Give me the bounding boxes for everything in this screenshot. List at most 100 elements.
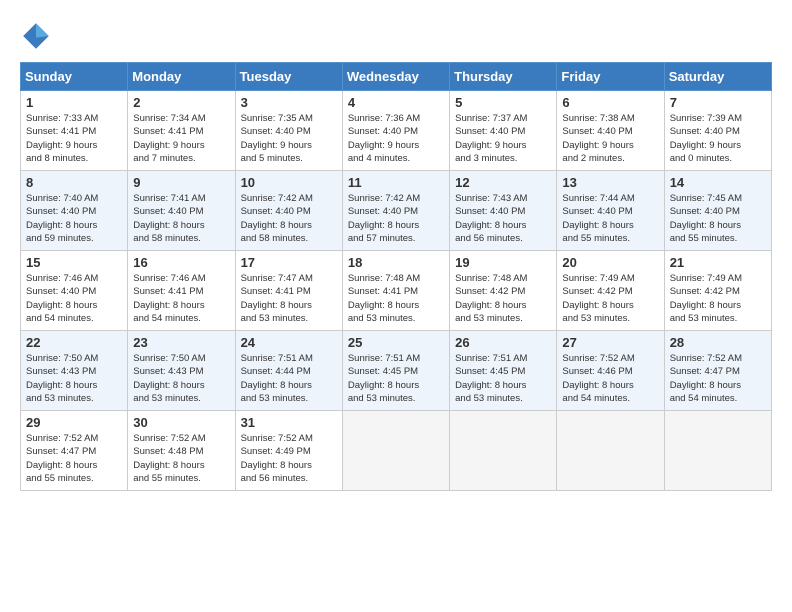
page-header [20, 20, 772, 52]
logo [20, 20, 56, 52]
calendar-cell: 18Sunrise: 7:48 AMSunset: 4:41 PMDayligh… [342, 251, 449, 331]
day-info: Sunrise: 7:48 AMSunset: 4:42 PMDaylight:… [455, 272, 551, 325]
day-number: 5 [455, 95, 551, 110]
calendar-cell: 26 Sunrise: 7:51 AMSunset: 4:45 PMDayligh… [450, 331, 557, 411]
calendar-cell: 19 Sunrise: 7:48 AMSunset: 4:42 PMDayligh… [450, 251, 557, 331]
day-number: 28 [670, 335, 766, 350]
day-info: Sunrise: 7:34 AMSunset: 4:41 PMDaylight:… [133, 112, 229, 165]
day-info: Sunrise: 7:50 AMSunset: 4:43 PMDaylight:… [26, 352, 122, 405]
day-number: 27 [562, 335, 658, 350]
day-number: 30 [133, 415, 229, 430]
day-info: Sunrise: 7:52 AMSunset: 4:49 PMDaylight:… [241, 432, 337, 485]
calendar-cell: 30 Sunrise: 7:52 AMSunset: 4:48 PMDayligh… [128, 411, 235, 491]
col-header-saturday: Saturday [664, 63, 771, 91]
day-number: 7 [670, 95, 766, 110]
calendar-cell: 4Sunrise: 7:36 AMSunset: 4:40 PMDaylight… [342, 91, 449, 171]
calendar-cell: 28 Sunrise: 7:52 AMSunset: 4:47 PMDayligh… [664, 331, 771, 411]
day-number: 11 [348, 175, 444, 190]
calendar-cell [557, 411, 664, 491]
day-info: Sunrise: 7:46 AMSunset: 4:41 PMDaylight:… [133, 272, 229, 325]
day-info: Sunrise: 7:48 AMSunset: 4:41 PMDaylight:… [348, 272, 444, 325]
calendar-cell: 23 Sunrise: 7:50 AMSunset: 4:43 PMDayligh… [128, 331, 235, 411]
day-info: Sunrise: 7:52 AMSunset: 4:46 PMDaylight:… [562, 352, 658, 405]
day-number: 31 [241, 415, 337, 430]
logo-icon [20, 20, 52, 52]
day-info: Sunrise: 7:37 AMSunset: 4:40 PMDaylight:… [455, 112, 551, 165]
calendar-cell: 31 Sunrise: 7:52 AMSunset: 4:49 PMDayligh… [235, 411, 342, 491]
calendar-cell: 5 Sunrise: 7:37 AMSunset: 4:40 PMDaylight… [450, 91, 557, 171]
calendar-cell: 16 Sunrise: 7:46 AMSunset: 4:41 PMDayligh… [128, 251, 235, 331]
calendar-cell: 27 Sunrise: 7:52 AMSunset: 4:46 PMDayligh… [557, 331, 664, 411]
calendar-cell: 17 Sunrise: 7:47 AMSunset: 4:41 PMDayligh… [235, 251, 342, 331]
calendar-cell: 7 Sunrise: 7:39 AMSunset: 4:40 PMDaylight… [664, 91, 771, 171]
calendar-cell: 14Sunrise: 7:45 AMSunset: 4:40 PMDayligh… [664, 171, 771, 251]
day-info: Sunrise: 7:50 AMSunset: 4:43 PMDaylight:… [133, 352, 229, 405]
calendar-cell [342, 411, 449, 491]
col-header-wednesday: Wednesday [342, 63, 449, 91]
calendar-cell: 13 Sunrise: 7:44 AMSunset: 4:40 PMDayligh… [557, 171, 664, 251]
day-number: 14 [670, 175, 766, 190]
day-number: 25 [348, 335, 444, 350]
day-info: Sunrise: 7:43 AMSunset: 4:40 PMDaylight:… [455, 192, 551, 245]
day-info: Sunrise: 7:52 AMSunset: 4:47 PMDaylight:… [26, 432, 122, 485]
day-info: Sunrise: 7:47 AMSunset: 4:41 PMDaylight:… [241, 272, 337, 325]
day-number: 20 [562, 255, 658, 270]
day-info: Sunrise: 7:38 AMSunset: 4:40 PMDaylight:… [562, 112, 658, 165]
day-info: Sunrise: 7:44 AMSunset: 4:40 PMDaylight:… [562, 192, 658, 245]
calendar-cell: 8 Sunrise: 7:40 AMSunset: 4:40 PMDaylight… [21, 171, 128, 251]
calendar-cell: 10 Sunrise: 7:42 AMSunset: 4:40 PMDayligh… [235, 171, 342, 251]
col-header-monday: Monday [128, 63, 235, 91]
day-number: 23 [133, 335, 229, 350]
calendar-cell [664, 411, 771, 491]
day-number: 2 [133, 95, 229, 110]
calendar-cell [450, 411, 557, 491]
calendar-cell: 25 Sunrise: 7:51 AMSunset: 4:45 PMDayligh… [342, 331, 449, 411]
calendar-cell: 9Sunrise: 7:41 AMSunset: 4:40 PMDaylight… [128, 171, 235, 251]
day-info: Sunrise: 7:35 AMSunset: 4:40 PMDaylight:… [241, 112, 337, 165]
calendar-cell: 29 Sunrise: 7:52 AMSunset: 4:47 PMDayligh… [21, 411, 128, 491]
calendar-cell: 12 Sunrise: 7:43 AMSunset: 4:40 PMDayligh… [450, 171, 557, 251]
day-number: 21 [670, 255, 766, 270]
day-number: 8 [26, 175, 122, 190]
day-number: 17 [241, 255, 337, 270]
day-info: Sunrise: 7:49 AMSunset: 4:42 PMDaylight:… [562, 272, 658, 325]
day-info: Sunrise: 7:40 AMSunset: 4:40 PMDaylight:… [26, 192, 122, 245]
day-info: Sunrise: 7:52 AMSunset: 4:47 PMDaylight:… [670, 352, 766, 405]
day-number: 19 [455, 255, 551, 270]
day-number: 13 [562, 175, 658, 190]
day-number: 26 [455, 335, 551, 350]
calendar-cell: 3 Sunrise: 7:35 AMSunset: 4:40 PMDaylight… [235, 91, 342, 171]
day-number: 24 [241, 335, 337, 350]
day-number: 10 [241, 175, 337, 190]
day-info: Sunrise: 7:42 AMSunset: 4:40 PMDaylight:… [348, 192, 444, 245]
day-number: 16 [133, 255, 229, 270]
day-info: Sunrise: 7:33 AMSunset: 4:41 PMDaylight:… [26, 112, 122, 165]
day-info: Sunrise: 7:36 AMSunset: 4:40 PMDaylight:… [348, 112, 444, 165]
day-number: 6 [562, 95, 658, 110]
calendar-cell: 6 Sunrise: 7:38 AMSunset: 4:40 PMDaylight… [557, 91, 664, 171]
day-number: 3 [241, 95, 337, 110]
day-info: Sunrise: 7:51 AMSunset: 4:45 PMDaylight:… [348, 352, 444, 405]
calendar-cell: 21 Sunrise: 7:49 AMSunset: 4:42 PMDayligh… [664, 251, 771, 331]
day-info: Sunrise: 7:41 AMSunset: 4:40 PMDaylight:… [133, 192, 229, 245]
day-info: Sunrise: 7:51 AMSunset: 4:45 PMDaylight:… [455, 352, 551, 405]
calendar-cell: 22Sunrise: 7:50 AMSunset: 4:43 PMDayligh… [21, 331, 128, 411]
day-number: 29 [26, 415, 122, 430]
day-number: 15 [26, 255, 122, 270]
day-number: 12 [455, 175, 551, 190]
calendar-cell: 1Sunrise: 7:33 AMSunset: 4:41 PMDaylight… [21, 91, 128, 171]
col-header-thursday: Thursday [450, 63, 557, 91]
col-header-friday: Friday [557, 63, 664, 91]
calendar-table: SundayMondayTuesdayWednesdayThursdayFrid… [20, 62, 772, 491]
day-info: Sunrise: 7:52 AMSunset: 4:48 PMDaylight:… [133, 432, 229, 485]
col-header-tuesday: Tuesday [235, 63, 342, 91]
calendar-cell: 24Sunrise: 7:51 AMSunset: 4:44 PMDayligh… [235, 331, 342, 411]
day-info: Sunrise: 7:42 AMSunset: 4:40 PMDaylight:… [241, 192, 337, 245]
day-info: Sunrise: 7:39 AMSunset: 4:40 PMDaylight:… [670, 112, 766, 165]
col-header-sunday: Sunday [21, 63, 128, 91]
day-info: Sunrise: 7:46 AMSunset: 4:40 PMDaylight:… [26, 272, 122, 325]
day-info: Sunrise: 7:49 AMSunset: 4:42 PMDaylight:… [670, 272, 766, 325]
calendar-cell: 20 Sunrise: 7:49 AMSunset: 4:42 PMDayligh… [557, 251, 664, 331]
calendar-cell: 15 Sunrise: 7:46 AMSunset: 4:40 PMDayligh… [21, 251, 128, 331]
calendar-cell: 2 Sunrise: 7:34 AMSunset: 4:41 PMDaylight… [128, 91, 235, 171]
